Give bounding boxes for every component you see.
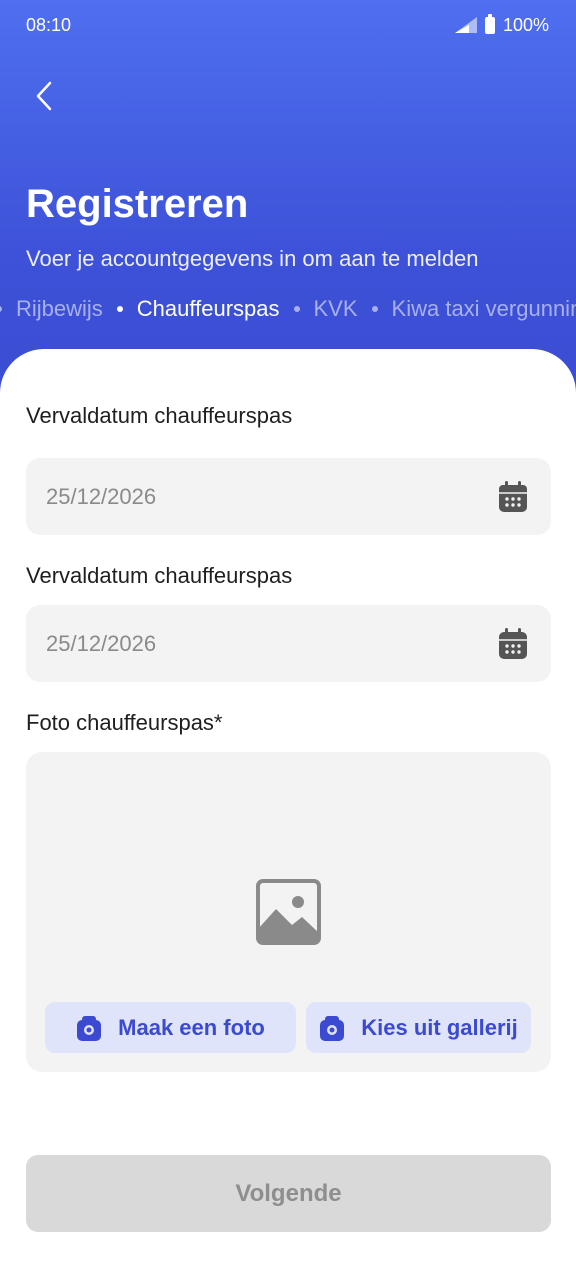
signal-icon [454, 17, 477, 33]
status-bar: 08:10 100% [0, 0, 576, 50]
choose-gallery-button[interactable]: Kies uit gallerij [306, 1002, 531, 1053]
step-dot [371, 306, 378, 312]
take-photo-button[interactable]: Maak een foto [45, 1002, 296, 1053]
status-time: 08:10 [26, 14, 72, 35]
expiry-date-label-1: Vervaldatum chauffeurspas [26, 403, 293, 428]
step-kvk[interactable]: KVK [314, 296, 358, 322]
camera-icon [77, 1015, 102, 1041]
battery-icon [484, 13, 495, 34]
back-arrow-icon [36, 81, 52, 111]
battery-percent: 100% [502, 14, 549, 35]
camera-icon [320, 1015, 345, 1041]
step-dot [0, 306, 2, 312]
expiry-date-field-1[interactable]: 25/12/2026 [26, 458, 551, 535]
choose-gallery-label: Kies uit gallerij [361, 1014, 518, 1040]
step-indicator: Rijbewijs Chauffeurspas KVK Kiwa taxi ve… [0, 296, 576, 328]
take-photo-label: Maak een foto [118, 1014, 265, 1040]
photo-label: Foto chauffeurspas* [26, 710, 223, 735]
calendar-icon[interactable] [497, 480, 529, 514]
expiry-date-value-2: 25/12/2026 [46, 630, 157, 656]
page-title: Registreren [26, 182, 249, 226]
expiry-date-field-2[interactable]: 25/12/2026 [26, 605, 551, 682]
step-dot [116, 306, 123, 312]
status-icons: 100% [454, 13, 549, 36]
step-dot [293, 306, 300, 312]
photo-upload-area[interactable]: Maak een foto Kies uit gallerij [26, 752, 551, 1072]
next-button[interactable]: Volgende [26, 1155, 551, 1232]
back-button[interactable] [22, 74, 66, 118]
image-placeholder-icon [256, 879, 321, 945]
step-rijbewijs[interactable]: Rijbewijs [16, 296, 103, 322]
step-kiwa[interactable]: Kiwa taxi vergunning [392, 296, 576, 322]
expiry-date-value-1: 25/12/2026 [46, 483, 157, 509]
expiry-date-label-2: Vervaldatum chauffeurspas [26, 563, 293, 588]
step-chauffeurspas[interactable]: Chauffeurspas [137, 296, 280, 322]
page-subtitle: Voer je accountgegevens in om aan te mel… [26, 246, 479, 271]
calendar-icon[interactable] [497, 627, 529, 661]
